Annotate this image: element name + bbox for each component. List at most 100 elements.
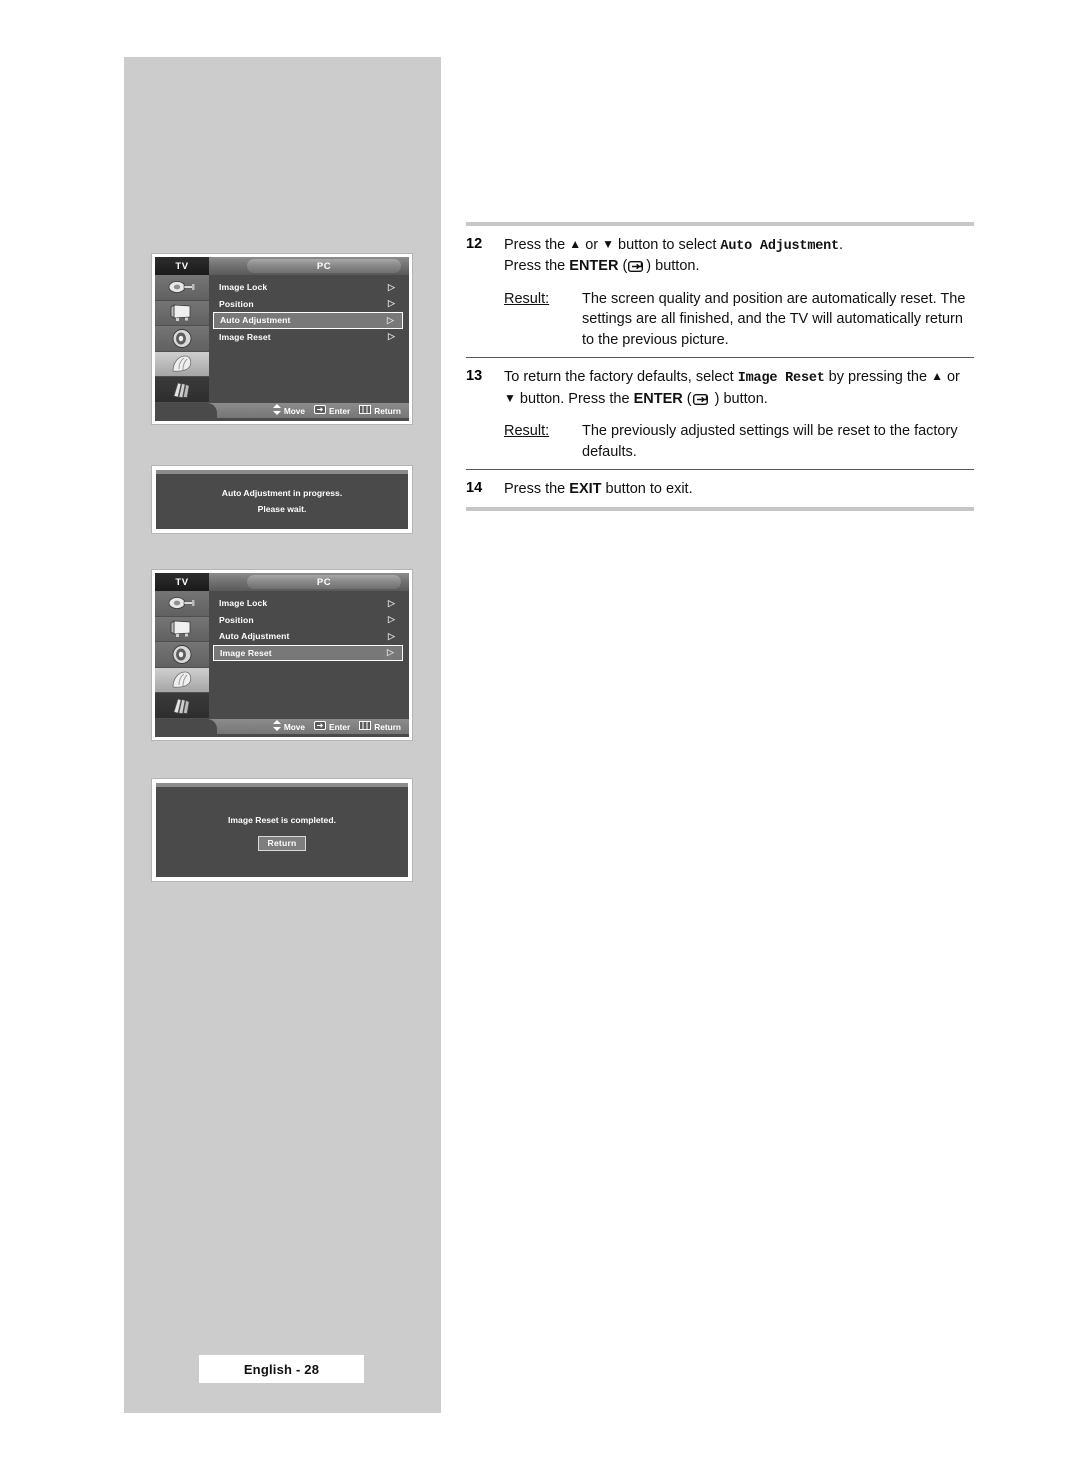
enter-key-label: ENTER (633, 390, 683, 407)
step12-line2-post: ) button. (646, 258, 700, 275)
tab-tv[interactable]: TV (155, 257, 209, 275)
menu-item-auto-adjustment[interactable]: Auto Adjustment ▷ (213, 312, 403, 329)
menu-key-icon (359, 405, 372, 416)
exit-key-label: EXIT (569, 481, 602, 498)
step-14: 14 Press the EXIT button to exit. (466, 470, 974, 507)
menu-item-label: Position (219, 298, 254, 309)
popup-body: Image Reset is completed. Return (156, 783, 408, 877)
help-move-label: Move (283, 721, 306, 732)
tv-picture-icon[interactable] (155, 616, 209, 643)
chevron-right-icon: ▷ (387, 331, 395, 342)
osd-menu-list: Image Lock ▷ Position ▷ Auto Adjustment … (209, 591, 409, 719)
help-enter-label: Enter (329, 721, 351, 732)
tab-pc[interactable]: PC (247, 575, 401, 589)
menu-item-position[interactable]: Position ▷ (213, 296, 403, 313)
step13-text-mid: by pressing the (824, 369, 932, 386)
step-12: 12 Press the ▲ or ▼ button to select Aut… (466, 226, 974, 357)
menu-item-label: Auto Adjustment (219, 631, 290, 642)
popup-image-reset-complete: Image Reset is completed. Return (151, 778, 413, 882)
step-number: 14 (466, 480, 483, 497)
chevron-right-icon: ▷ (387, 630, 395, 641)
step14-pre: Press the (504, 481, 570, 498)
rule-bottom (466, 506, 974, 511)
osd-help-bar: Move Enter Return (155, 719, 409, 734)
step-number: 13 (466, 368, 483, 385)
speaker-sound-icon[interactable] (155, 326, 209, 352)
page-footer-tag: English - 28 (199, 1355, 364, 1383)
menu-item-label: Image Reset (220, 647, 272, 658)
enter-button-icon (692, 391, 710, 412)
enter-key-icon (314, 721, 327, 732)
step13-mono-label: Image Reset (737, 371, 825, 387)
menu-item-image-lock[interactable]: Image Lock ▷ (213, 279, 403, 296)
osd-menu-list: Image Lock ▷ Position ▷ Auto Adjustment … (209, 275, 409, 403)
down-triangle-icon: ▼ (602, 237, 615, 251)
pc-hand-icon[interactable] (155, 693, 209, 719)
help-return: Return (359, 405, 401, 416)
tab-tv[interactable]: TV (155, 573, 209, 591)
cable-input-icon[interactable] (155, 591, 209, 617)
setup-icon[interactable] (155, 351, 209, 378)
menu-item-image-lock[interactable]: Image Lock ▷ (213, 595, 403, 612)
step12-period: . (838, 237, 843, 253)
menu-item-position[interactable]: Position ▷ (213, 612, 403, 629)
osd-menu-image-reset: TV PC Image Lock ▷ Position ▷ Auto Adjus… (151, 569, 413, 741)
chevron-right-icon: ▷ (387, 597, 395, 608)
step-text: Press the EXIT button to exit. (504, 479, 974, 500)
step13-tail: ) button. (710, 390, 768, 407)
updown-arrows-icon (272, 404, 281, 417)
popup-line-1: Image Reset is completed. (228, 814, 336, 825)
help-return-label: Return (374, 721, 401, 732)
tab-pc[interactable]: PC (247, 259, 401, 273)
enter-key-label: ENTER (569, 258, 619, 275)
step14-post: button to exit. (601, 481, 693, 498)
tv-picture-icon[interactable] (155, 300, 209, 327)
osd-tab-bar: TV PC (155, 573, 409, 591)
step13-text-post: button. Press the (515, 390, 634, 407)
chevron-right-icon: ▷ (387, 298, 395, 309)
menu-item-label: Image Lock (219, 282, 268, 293)
popup-line-2: Please wait. (257, 503, 307, 514)
result-label: Result: (504, 423, 550, 440)
down-triangle-icon: ▼ (504, 390, 516, 405)
menu-item-label: Position (219, 614, 254, 625)
menu-item-label: Auto Adjustment (220, 315, 291, 326)
help-enter: Enter (314, 405, 350, 416)
popup-body: Auto Adjustment in progress. Please wait… (156, 470, 408, 529)
speaker-sound-icon[interactable] (155, 642, 209, 668)
step12-text-post: button to select (614, 237, 721, 253)
popup-auto-adjustment-progress: Auto Adjustment in progress. Please wait… (151, 465, 413, 534)
osd-icon-rail (155, 591, 209, 719)
osd-tab-bar: TV PC (155, 257, 409, 275)
help-move: Move (272, 404, 305, 417)
step12-text-mid: or (581, 237, 603, 253)
chevron-right-icon: ▷ (387, 281, 395, 292)
step-number: 12 (466, 236, 483, 252)
menu-item-auto-adjustment[interactable]: Auto Adjustment ▷ (213, 628, 403, 645)
pc-hand-icon[interactable] (155, 377, 209, 403)
chevron-right-icon: ▷ (387, 614, 395, 625)
step13-text-pre: To return the factory defaults, select (504, 369, 738, 386)
cable-input-icon[interactable] (155, 275, 209, 301)
step-13: 13 To return the factory defaults, selec… (466, 358, 974, 469)
menu-item-image-reset[interactable]: Image Reset ▷ (213, 329, 403, 346)
setup-icon[interactable] (155, 667, 209, 694)
step12-result: Result: The screen quality and position … (504, 289, 974, 351)
up-triangle-icon: ▲ (931, 369, 943, 384)
osd-help-bar: Move Enter Return (155, 403, 409, 418)
osd-icon-rail (155, 275, 209, 403)
step12-line2-pre: Press the (504, 258, 570, 275)
step12-mono-label: Auto Adjustment (720, 239, 839, 254)
help-move: Move (272, 720, 306, 733)
return-button[interactable]: Return (257, 836, 307, 852)
step-text: Press the ▲ or ▼ button to select Auto A… (504, 235, 974, 350)
chevron-right-icon: ▷ (386, 314, 394, 325)
help-enter: Enter (314, 721, 350, 732)
updown-arrows-icon (272, 720, 281, 733)
step12-text-pre: Press the (504, 237, 570, 253)
menu-item-image-reset[interactable]: Image Reset ▷ (213, 644, 403, 661)
menu-key-icon (359, 721, 372, 732)
help-return: Return (359, 721, 401, 732)
enter-button-icon (628, 258, 645, 279)
menu-item-label: Image Reset (219, 331, 271, 342)
